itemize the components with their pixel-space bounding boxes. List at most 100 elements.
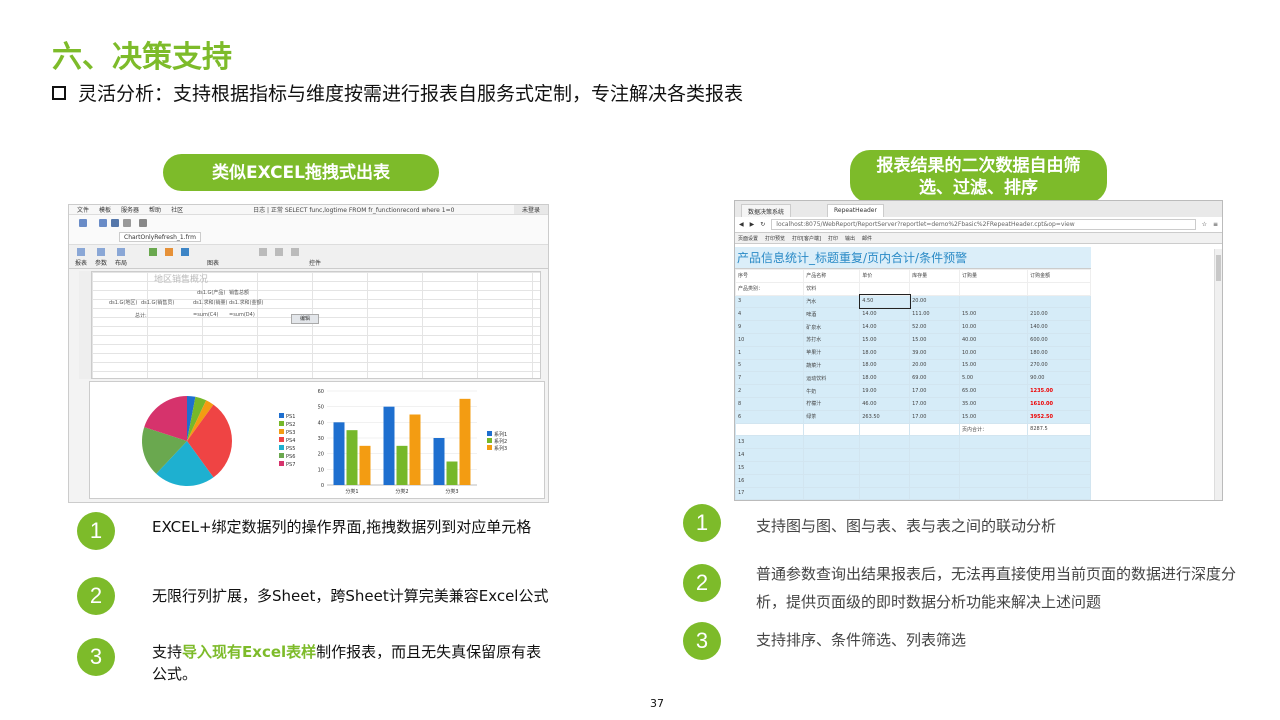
pie-chart-icon[interactable] <box>165 248 173 256</box>
bar[interactable] <box>359 445 371 485</box>
bar[interactable] <box>346 430 358 485</box>
table-cell[interactable]: 600.00 <box>1027 332 1091 347</box>
table-cell[interactable] <box>735 422 805 437</box>
table-row[interactable]: 5 蔬菜汁 18.00 20.00 15.00 270.00 <box>735 358 1091 373</box>
table-cell[interactable]: 46.00 <box>859 396 911 411</box>
layout-icon[interactable] <box>117 248 125 256</box>
table-cell[interactable]: 69.00 <box>909 371 960 386</box>
bar[interactable] <box>459 398 471 485</box>
menu-item-file[interactable]: 文件 <box>77 205 89 214</box>
table-cell[interactable]: 10 <box>735 332 805 347</box>
tab-decision-system[interactable]: 数据决策系统 <box>741 204 792 217</box>
table-cell[interactable]: 8287.5 <box>1027 422 1091 437</box>
table-cell[interactable]: 16 <box>735 473 805 488</box>
table-cell[interactable] <box>1027 435 1091 450</box>
table-cell[interactable] <box>859 460 911 475</box>
edit-button[interactable]: 编辑 <box>291 314 319 324</box>
table-cell[interactable]: 6 <box>735 409 805 424</box>
menu-item-server[interactable]: 服务器 <box>121 205 139 214</box>
table-cell[interactable]: 柠檬汁 <box>803 396 861 411</box>
table-row[interactable]: 16 <box>735 473 1091 488</box>
table-cell[interactable] <box>859 486 911 500</box>
star-icon[interactable]: ☆ <box>1202 221 1207 228</box>
table-cell[interactable]: 绿茶 <box>803 409 861 424</box>
table-cell[interactable] <box>909 473 960 488</box>
export-button[interactable]: 输出 <box>845 235 855 242</box>
print-preview-button[interactable]: 打印预览 <box>765 235 785 242</box>
table-cell[interactable] <box>958 473 1029 488</box>
table-row[interactable]: 1 苹果汁 18.00 39.00 10.00 180.00 <box>735 345 1091 360</box>
table-cell[interactable]: 苹果汁 <box>803 345 861 360</box>
table-cell[interactable]: 运动饮料 <box>803 371 861 386</box>
table-row[interactable]: 4 啤酒 14.00 111.00 15.00 210.00 <box>735 307 1091 322</box>
save-icon[interactable] <box>99 219 107 227</box>
print-button[interactable]: 打印 <box>828 235 838 242</box>
table-cell[interactable]: 序号 <box>735 269 805 283</box>
table-cell[interactable]: 2 <box>735 384 805 398</box>
table-cell[interactable]: 18.00 <box>859 345 911 360</box>
tab-repeat-header[interactable]: RepeatHeader <box>827 204 884 217</box>
table-cell[interactable]: 90.00 <box>1027 371 1091 386</box>
widget-icon[interactable] <box>259 248 267 256</box>
table-cell[interactable]: 8 <box>735 396 805 411</box>
back-icon[interactable]: ◀ <box>739 221 744 228</box>
email-button[interactable]: 邮件 <box>862 235 872 242</box>
table-cell[interactable]: 苏打水 <box>803 332 861 347</box>
table-cell[interactable] <box>958 435 1029 450</box>
cell[interactable]: =sum(D4) <box>229 312 255 318</box>
report-icon[interactable] <box>77 248 85 256</box>
table-cell[interactable]: 啤酒 <box>803 307 861 322</box>
pie-chart[interactable]: PS1 PS2 PS3 PS4 PS5 PS6 PS7 <box>91 383 301 497</box>
table-row[interactable]: 产品类别： 饮料 <box>735 281 1091 296</box>
table-cell[interactable] <box>958 486 1029 500</box>
table-cell[interactable] <box>1027 460 1091 475</box>
table-row[interactable]: 9 矿泉水 14.00 52.00 10.00 140.00 <box>735 320 1091 334</box>
undo-icon[interactable] <box>111 219 119 227</box>
table-cell[interactable]: 18.00 <box>859 371 911 386</box>
table-cell[interactable]: 1235.00 <box>1027 384 1091 398</box>
bar[interactable] <box>396 445 408 485</box>
menu-icon[interactable]: ≡ <box>1213 221 1218 228</box>
table-cell[interactable]: 180.00 <box>1027 345 1091 360</box>
cell[interactable]: 总计: <box>135 312 147 319</box>
table-cell[interactable]: 20.00 <box>909 294 960 309</box>
table-cell[interactable]: 35.00 <box>958 396 1029 411</box>
table-cell[interactable]: 产品名称 <box>803 269 861 283</box>
table-cell[interactable] <box>859 448 911 462</box>
table-cell[interactable]: 饮料 <box>803 281 861 296</box>
table-cell[interactable]: 矿泉水 <box>803 320 861 334</box>
table-cell[interactable] <box>958 448 1029 462</box>
table-cell[interactable] <box>859 422 911 437</box>
table-cell[interactable]: 4.50 <box>858 294 911 309</box>
table-cell[interactable]: 15 <box>735 460 805 475</box>
menu-item-template[interactable]: 模板 <box>99 205 111 214</box>
table-row[interactable]: 页内合计： 8287.5 <box>735 422 1091 437</box>
file-tab[interactable]: ChartOnlyRefresh_1.frm <box>119 232 201 242</box>
table-cell[interactable] <box>909 460 960 475</box>
table-cell[interactable]: 52.00 <box>909 320 960 334</box>
cell[interactable]: 销售总额 <box>229 289 249 296</box>
spreadsheet-grid[interactable] <box>91 271 541 379</box>
cell[interactable]: =sum(C4) <box>193 312 218 318</box>
table-cell[interactable]: 5.00 <box>958 371 1029 386</box>
table-cell[interactable]: 17.00 <box>909 409 960 424</box>
print-client-button[interactable]: 打印[客户端] <box>792 235 821 242</box>
chart-icon[interactable] <box>149 248 157 256</box>
cell[interactable]: ds1.G(产品) <box>197 289 225 296</box>
forward-icon[interactable]: ▶ <box>750 221 755 228</box>
table-row[interactable]: 序号 产品名称 单价 库存量 订购量 订购金额 <box>735 269 1091 283</box>
table-cell[interactable] <box>958 460 1029 475</box>
bar-chart-icon[interactable] <box>181 248 189 256</box>
table-cell[interactable]: 7 <box>735 371 805 386</box>
table-cell[interactable]: 15.00 <box>909 332 960 347</box>
table-cell[interactable]: 4 <box>735 307 805 322</box>
table-cell[interactable]: 17.00 <box>909 384 960 398</box>
table-cell[interactable] <box>803 448 861 462</box>
table-row[interactable]: 8 柠檬汁 46.00 17.00 35.00 1610.00 <box>735 396 1091 411</box>
table-cell[interactable]: 17 <box>735 486 805 500</box>
table-cell[interactable] <box>909 281 960 296</box>
table-cell[interactable] <box>803 460 861 475</box>
table-cell[interactable] <box>859 473 911 488</box>
table-cell[interactable]: 1610.00 <box>1027 396 1091 411</box>
table-cell[interactable] <box>803 486 861 500</box>
